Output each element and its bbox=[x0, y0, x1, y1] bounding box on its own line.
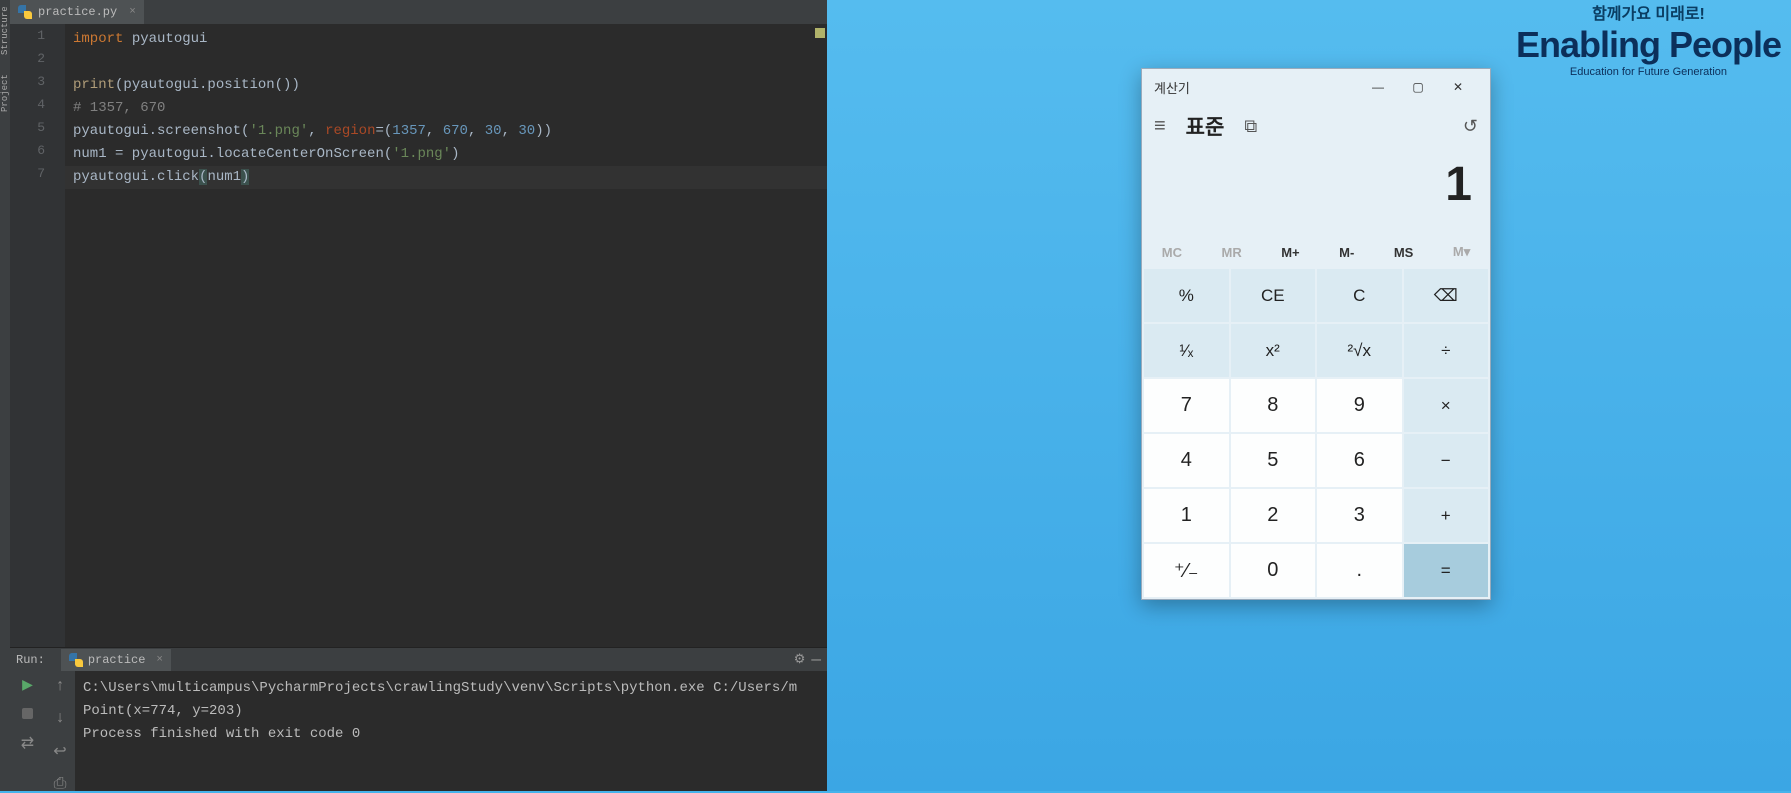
key-1[interactable]: 1 bbox=[1144, 489, 1229, 542]
calc-modebar: ≡ 표준 ⧉ ↺ bbox=[1142, 105, 1490, 147]
run-config-tab[interactable]: practice × bbox=[61, 649, 171, 671]
mem-mplus[interactable]: M+ bbox=[1281, 245, 1299, 260]
key-equals[interactable]: = bbox=[1404, 544, 1489, 597]
maximize-icon[interactable]: ▢ bbox=[1398, 72, 1438, 102]
wrap-icon[interactable]: ↩ bbox=[53, 741, 66, 761]
close-icon[interactable]: ✕ bbox=[1438, 72, 1478, 102]
editor-tab-practice[interactable]: practice.py × bbox=[10, 0, 144, 24]
keypad: % CE C ⌫ ¹⁄ₓ x² ²√x ÷ 7 8 9 × 4 5 6 − 1 … bbox=[1142, 267, 1490, 599]
run-config-name: practice bbox=[88, 653, 146, 667]
console-output[interactable]: C:\Users\multicampus\PycharmProjects\cra… bbox=[75, 671, 827, 791]
print-icon[interactable]: ⎙ bbox=[54, 775, 67, 793]
mem-mc[interactable]: MC bbox=[1162, 245, 1182, 260]
key-minus[interactable]: − bbox=[1404, 434, 1489, 487]
run-toolwindow-header: Run: practice × ⚙ — bbox=[10, 647, 827, 671]
editor-tabbar: practice.py × bbox=[10, 0, 827, 24]
key-2[interactable]: 2 bbox=[1231, 489, 1316, 542]
key-3[interactable]: 3 bbox=[1317, 489, 1402, 542]
key-7[interactable]: 7 bbox=[1144, 379, 1229, 432]
run-actions-col2: ↑ ↓ ↩ ⎙ bbox=[45, 671, 75, 791]
down-icon[interactable]: ↓ bbox=[55, 709, 65, 727]
mem-mdrop[interactable]: M▾ bbox=[1453, 244, 1470, 260]
close-icon[interactable]: × bbox=[156, 654, 163, 666]
tab-filename: practice.py bbox=[38, 5, 117, 19]
side-tab-structure[interactable]: Structure bbox=[0, 6, 10, 55]
hamburger-icon[interactable]: ≡ bbox=[1154, 115, 1166, 138]
ide-side-tabs[interactable]: Project Structure bbox=[0, 0, 10, 791]
key-c[interactable]: C bbox=[1317, 269, 1402, 322]
calc-titlebar[interactable]: 계산기 — ▢ ✕ bbox=[1142, 69, 1490, 105]
run-icon[interactable]: ▶ bbox=[22, 677, 33, 694]
key-divide[interactable]: ÷ bbox=[1404, 324, 1489, 377]
layout-icon[interactable]: ⇄ bbox=[21, 733, 34, 753]
hide-icon[interactable]: — bbox=[811, 651, 821, 669]
key-0[interactable]: 0 bbox=[1231, 544, 1316, 597]
editor[interactable]: 1 2 3 4 5 6 7 import pyautogui print(pya… bbox=[10, 24, 827, 647]
key-reciprocal[interactable]: ¹⁄ₓ bbox=[1144, 324, 1229, 377]
key-backspace[interactable]: ⌫ bbox=[1404, 269, 1489, 322]
mem-mminus[interactable]: M- bbox=[1339, 245, 1354, 260]
memory-row: MC MR M+ M- MS M▾ bbox=[1142, 237, 1490, 267]
key-square[interactable]: x² bbox=[1231, 324, 1316, 377]
key-sqrt[interactable]: ²√x bbox=[1317, 324, 1402, 377]
key-ce[interactable]: CE bbox=[1231, 269, 1316, 322]
ide-window: Project Structure practice.py × 1 2 3 4 … bbox=[0, 0, 827, 791]
up-icon[interactable]: ↑ bbox=[55, 677, 65, 695]
minimize-icon[interactable]: — bbox=[1358, 72, 1398, 102]
key-4[interactable]: 4 bbox=[1144, 434, 1229, 487]
stop-icon[interactable] bbox=[22, 708, 33, 719]
gutter: 1 2 3 4 5 6 7 bbox=[10, 24, 65, 647]
history-icon[interactable]: ↺ bbox=[1463, 116, 1478, 137]
code-area[interactable]: import pyautogui print(pyautogui.positio… bbox=[65, 24, 827, 647]
python-icon bbox=[69, 653, 83, 667]
calc-title-text: 계산기 bbox=[1154, 78, 1190, 97]
key-sign[interactable]: ⁺⁄₋ bbox=[1144, 544, 1229, 597]
key-multiply[interactable]: × bbox=[1404, 379, 1489, 432]
close-icon[interactable]: × bbox=[129, 6, 136, 18]
key-percent[interactable]: % bbox=[1144, 269, 1229, 322]
run-label: Run: bbox=[16, 653, 45, 667]
key-9[interactable]: 9 bbox=[1317, 379, 1402, 432]
python-icon bbox=[18, 5, 32, 19]
gear-icon[interactable]: ⚙ bbox=[794, 652, 806, 667]
key-dot[interactable]: . bbox=[1317, 544, 1402, 597]
mem-mr[interactable]: MR bbox=[1221, 245, 1241, 260]
calculator-window: 계산기 — ▢ ✕ ≡ 표준 ⧉ ↺ 1 MC MR M+ M- MS M▾ %… bbox=[1141, 68, 1491, 600]
key-8[interactable]: 8 bbox=[1231, 379, 1316, 432]
mem-ms[interactable]: MS bbox=[1394, 245, 1414, 260]
desktop-background: 함께가요 미래로! Enabling People Education for … bbox=[827, 0, 1791, 791]
key-plus[interactable]: + bbox=[1404, 489, 1489, 542]
wallpaper-heading: 함께가요 미래로! Enabling People Education for … bbox=[1516, 0, 1781, 78]
calc-display: 1 bbox=[1142, 147, 1490, 237]
run-toolwindow: ▶ ⇄ ↑ ↓ ↩ ⎙ C:\Users\multicampus\Pycharm… bbox=[10, 671, 827, 791]
keep-on-top-icon[interactable]: ⧉ bbox=[1244, 116, 1257, 137]
key-6[interactable]: 6 bbox=[1317, 434, 1402, 487]
run-actions-col1: ▶ ⇄ bbox=[10, 671, 45, 791]
key-5[interactable]: 5 bbox=[1231, 434, 1316, 487]
side-tab-project[interactable]: Project bbox=[0, 75, 10, 113]
calc-mode-label: 표준 bbox=[1186, 111, 1225, 141]
